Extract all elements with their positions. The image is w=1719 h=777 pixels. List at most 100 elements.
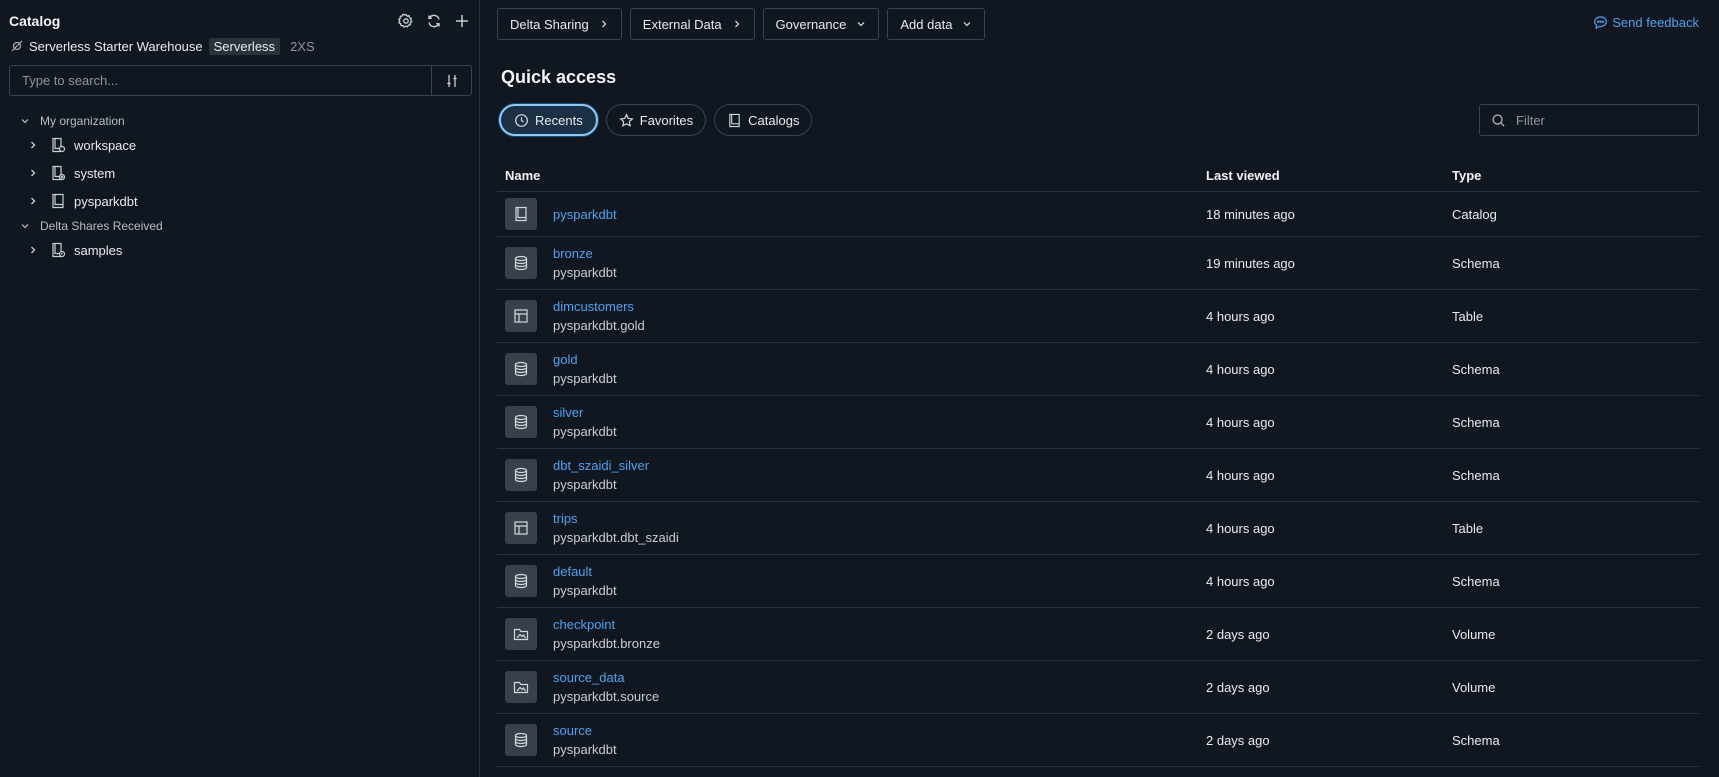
row-name-link[interactable]: pysparkdbt	[553, 205, 617, 224]
chevron-right-icon	[31, 169, 36, 177]
table-row[interactable]: dimcustomers pysparkdbt.gold 4 hours ago Ta…	[497, 290, 1699, 343]
row-name-link[interactable]: checkpoint	[553, 615, 660, 634]
row-type: Schema	[1452, 361, 1500, 377]
governance-button[interactable]: Governance	[762, 8, 880, 40]
catalog-workspace-icon	[52, 137, 66, 153]
chevron-down-icon	[963, 22, 971, 27]
table-row[interactable]: dbt_szaidi_silver pysparkdbt 4 hours ago Sc…	[497, 449, 1699, 502]
chevron-right-icon	[734, 20, 739, 28]
row-name-link[interactable]: silver	[553, 403, 617, 422]
column-header-name[interactable]: Name	[497, 168, 1206, 183]
table-row[interactable]: pysparkdbt 18 minutes ago Catalog	[497, 192, 1699, 237]
add-data-label: Add data	[900, 16, 953, 32]
row-name-link[interactable]: gold	[553, 350, 617, 369]
row-name-cell: dbt_szaidi_silver pysparkdbt	[497, 456, 1206, 494]
row-type: Schema	[1452, 414, 1500, 430]
send-feedback-link[interactable]: Send feedback	[1593, 15, 1699, 30]
name-stack: gold pysparkdbt	[553, 350, 617, 388]
row-name-link[interactable]: dimcustomers	[553, 297, 645, 316]
search-icon	[1492, 113, 1505, 127]
send-feedback-label: Send feedback	[1612, 15, 1699, 30]
table-row[interactable]: source_data pysparkdbt.source 2 days ago Vo…	[497, 661, 1699, 714]
row-type: Schema	[1452, 573, 1500, 589]
row-type: Schema	[1452, 467, 1500, 483]
external-data-button[interactable]: External Data	[629, 8, 755, 40]
table-row[interactable]: trips pysparkdbt.dbt_szaidi 4 hours ago Tab…	[497, 502, 1699, 555]
name-stack: source_data pysparkdbt.source	[553, 668, 659, 706]
column-header-type[interactable]: Type	[1452, 168, 1699, 183]
table-row[interactable]: silver pysparkdbt 4 hours ago Schema	[497, 396, 1699, 449]
row-name-cell: source pysparkdbt	[497, 721, 1206, 759]
clock-icon	[515, 113, 528, 127]
row-last-viewed: 4 hours ago	[1206, 308, 1275, 324]
filter-input[interactable]	[1516, 112, 1686, 128]
row-name-cell: source_data pysparkdbt.source	[497, 668, 1206, 706]
row-last-viewed: 2 days ago	[1206, 679, 1270, 695]
plus-icon[interactable]	[453, 12, 471, 30]
row-type: Table	[1452, 308, 1484, 324]
row-parent-path: pysparkdbt.source	[553, 689, 660, 704]
table-row[interactable]: default pysparkdbt 4 hours ago Schema	[497, 555, 1699, 608]
row-last-viewed: 2 days ago	[1206, 626, 1270, 642]
delta-sharing-button[interactable]: Delta Sharing	[497, 8, 622, 40]
tree-item-label: workspace	[74, 137, 137, 153]
name-stack: pysparkdbt	[553, 205, 617, 224]
row-name-link[interactable]: source	[553, 721, 617, 740]
warehouse-name[interactable]: Serverless Starter Warehouse	[29, 39, 203, 54]
tab-label: Catalogs	[748, 112, 800, 128]
row-parent-path: pysparkdbt	[553, 742, 617, 757]
row-name-cell: bronze pysparkdbt	[497, 244, 1206, 282]
row-name-cell: default pysparkdbt	[497, 562, 1206, 600]
row-name-link[interactable]: trips	[553, 509, 679, 528]
tree-group-my-organization[interactable]: My organization	[0, 110, 480, 131]
delta-sharing-label: Delta Sharing	[510, 16, 589, 32]
table-icon	[505, 300, 537, 332]
schema-icon	[505, 565, 537, 597]
search-input[interactable]	[10, 66, 431, 95]
chevron-down-icon	[21, 223, 29, 228]
row-parent-path: pysparkdbt	[553, 265, 617, 280]
tree-item-pysparkdbt[interactable]: pysparkdbt	[0, 187, 480, 215]
row-name-cell: gold pysparkdbt	[497, 350, 1206, 388]
table-row[interactable]: gold pysparkdbt 4 hours ago Schema	[497, 343, 1699, 396]
refresh-icon[interactable]	[425, 12, 443, 30]
row-name-link[interactable]: bronze	[553, 244, 617, 263]
tree-item-samples[interactable]: samples	[0, 236, 480, 264]
add-data-button[interactable]: Add data	[887, 8, 986, 40]
volume-icon	[505, 618, 537, 650]
warehouse-selector[interactable]: Serverless Starter Warehouse Serverless …	[11, 37, 315, 55]
row-parent-path: pysparkdbt.bronze	[553, 636, 660, 651]
row-parent-path: pysparkdbt	[553, 371, 617, 386]
row-last-viewed: 19 minutes ago	[1206, 255, 1295, 271]
table-row[interactable]: bronze pysparkdbt 19 minutes ago Schema	[497, 237, 1699, 290]
tab-label: Favorites	[639, 112, 694, 128]
row-type: Volume	[1452, 679, 1496, 695]
quick-access-tabs: Recents Favorites Catalogs	[499, 104, 813, 136]
table-row[interactable]: checkpoint pysparkdbt.bronze 2 days ago Vol…	[497, 608, 1699, 661]
row-parent-path: pysparkdbt.gold	[553, 318, 645, 333]
gear-icon[interactable]	[397, 12, 415, 30]
column-header-last-viewed[interactable]: Last viewed	[1206, 168, 1452, 183]
tab-recents[interactable]: Recents	[499, 104, 598, 136]
tab-favorites[interactable]: Favorites	[605, 104, 707, 136]
row-name-cell: pysparkdbt	[497, 198, 1206, 230]
tree-group-delta-shares[interactable]: Delta Shares Received	[0, 215, 480, 236]
tab-catalogs[interactable]: Catalogs	[714, 104, 813, 136]
table-row[interactable]: source pysparkdbt 2 days ago Schema	[497, 714, 1699, 767]
name-stack: dimcustomers pysparkdbt.gold	[553, 297, 645, 335]
sidebar-title: Catalog	[9, 13, 61, 29]
tree-item-system[interactable]: system	[0, 159, 480, 187]
tab-label: Recents	[535, 112, 583, 128]
row-name-link[interactable]: source_data	[553, 668, 659, 687]
tree-item-workspace[interactable]: workspace	[0, 131, 480, 159]
row-name-link[interactable]: default	[553, 562, 617, 581]
speech-bubble-icon	[1594, 16, 1608, 30]
row-last-viewed: 18 minutes ago	[1206, 206, 1295, 222]
main-panel: Delta Sharing External Data Governance A…	[481, 0, 1719, 777]
row-name-link[interactable]: dbt_szaidi_silver	[553, 456, 649, 475]
catalog-icon	[52, 193, 64, 209]
chevron-down-icon	[21, 118, 29, 123]
filter-settings-icon[interactable]	[431, 66, 471, 95]
tree-group-label: Delta Shares Received	[40, 218, 163, 233]
row-name-cell: silver pysparkdbt	[497, 403, 1206, 441]
